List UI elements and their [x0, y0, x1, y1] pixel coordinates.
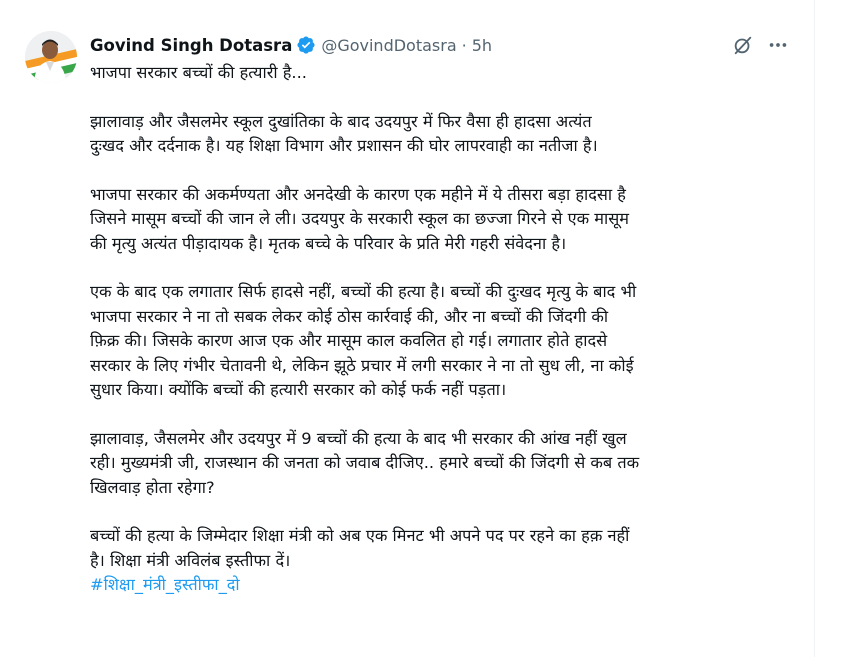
- more-horizontal-icon[interactable]: [767, 34, 789, 56]
- hashtag-link[interactable]: #शिक्षा_मंत्री_इस्तीफा_दो: [90, 575, 240, 594]
- tweet-line: जिसने मासूम बच्चों की जान ले ली। उदयपुर …: [90, 209, 629, 228]
- author-name[interactable]: Govind Singh Dotasra: [90, 36, 292, 55]
- tweet-line: सरकार के लिए गंभीर चेतावनी थे, लेकिन झूठ…: [90, 355, 634, 375]
- avatar[interactable]: [25, 31, 77, 83]
- tweet-timestamp[interactable]: 5h: [472, 36, 492, 55]
- tweet-line: रही। मुख्यमंत्री जी, राजस्थान की जनता को…: [90, 453, 640, 472]
- header-separator: ·: [461, 35, 467, 55]
- tweet-card[interactable]: Govind Singh Dotasra @GovindDotasra · 5h: [0, 0, 814, 657]
- tweet-line: दुःखद और दर्दनाक है। यह शिक्षा विभाग और …: [90, 136, 598, 155]
- column-divider: [814, 0, 815, 657]
- tweet-line: झालावाड़, जैसलमेर और उदयपुर में 9 बच्चों…: [90, 428, 627, 448]
- tweet-line: फ़िक्र की। जिसके कारण आज एक और मासूम काल…: [90, 331, 608, 350]
- avatar-image: [25, 31, 77, 83]
- tweet-line: खिलवाड़ होता रहेगा?: [90, 477, 215, 497]
- tweet-line: बच्चों की हत्या के जिम्मेदार शिक्षा मंत्…: [90, 526, 630, 545]
- tweet-text: भाजपा सरकार बच्चों की हत्यारी है... झाला…: [90, 61, 790, 598]
- tweet-line: एक के बाद एक लगातार सिर्फ हादसे नहीं, बच…: [90, 282, 637, 301]
- tweet-line: की मृत्यु अत्यंत पीड़ादायक है। मृतक बच्च…: [90, 233, 567, 253]
- tweet-line: झालावाड़ और जैसलमेर स्कूल दुखांतिका के ब…: [90, 111, 592, 131]
- author-handle[interactable]: @GovindDotasra: [321, 36, 456, 55]
- tweet-line: है। शिक्षा मंत्री अविलंब इस्तीफा दें।: [90, 550, 291, 570]
- tweet-line: भाजपा सरकार की अकर्मण्यता और अनदेखी के क…: [90, 184, 626, 204]
- tweet-line: सुधार किया। क्योंकि बच्चों की हत्यारी सर…: [90, 380, 507, 399]
- timeline-frame: Govind Singh Dotasra @GovindDotasra · 5h: [0, 0, 844, 657]
- grok-slash-circle-icon[interactable]: [732, 34, 754, 56]
- verified-badge-icon[interactable]: [296, 35, 316, 55]
- tweet-line: भाजपा सरकार ने ना तो सबक लेकर कोई ठोस का…: [90, 306, 609, 326]
- tweet-header: Govind Singh Dotasra @GovindDotasra · 5h: [90, 33, 492, 57]
- tweet-line: भाजपा सरकार बच्चों की हत्यारी है...: [90, 63, 307, 82]
